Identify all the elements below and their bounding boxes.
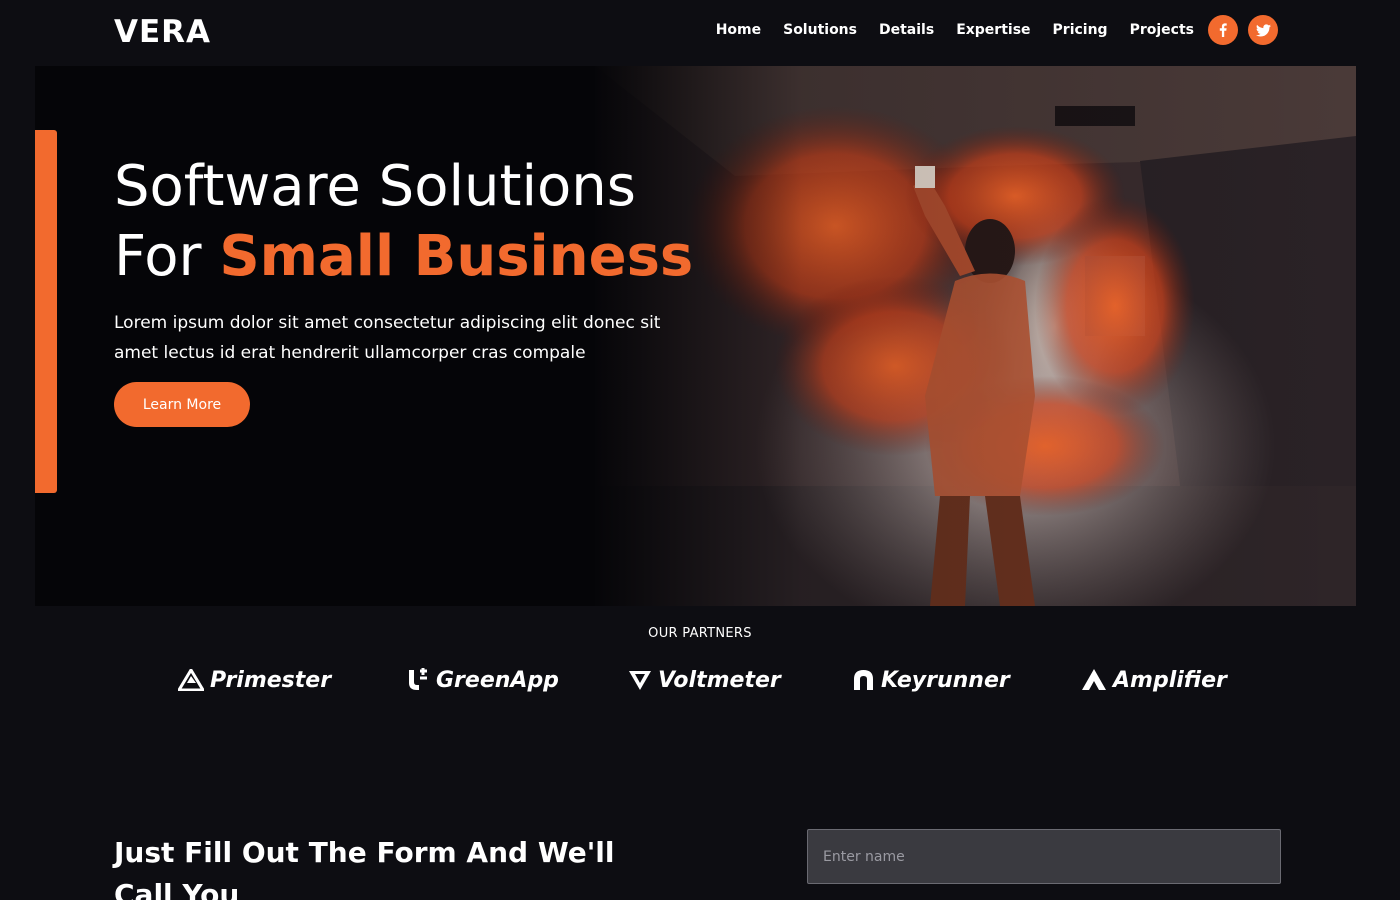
top-nav: VERA Home Solutions Details Expertise Pr…	[0, 0, 1400, 66]
hero-accent-bar	[35, 130, 57, 493]
facebook-button[interactable]	[1208, 15, 1238, 45]
keyrunner-logo-icon	[854, 670, 873, 690]
partner-primester[interactable]: Primester	[178, 662, 331, 698]
nav-link-projects[interactable]: Projects	[1130, 22, 1194, 38]
hero-title-line1: Software Solutions	[114, 154, 636, 219]
partner-name: Primester	[210, 667, 332, 693]
partner-name: Keyrunner	[881, 667, 1010, 693]
partners-heading: OUR PARTNERS	[648, 626, 752, 641]
nav-links: Home Solutions Details Expertise Pricing…	[716, 22, 1194, 38]
name-input[interactable]	[807, 829, 1281, 884]
partner-name: GreenApp	[436, 667, 559, 693]
facebook-icon	[1219, 23, 1227, 37]
hero-title-line2-prefix: For	[114, 224, 202, 289]
primester-logo-icon	[178, 669, 204, 691]
voltmeter-logo-icon	[629, 671, 651, 690]
nav-link-expertise[interactable]: Expertise	[956, 22, 1030, 38]
partner-keyrunner[interactable]: Keyrunner	[852, 662, 1010, 698]
nav-link-home[interactable]: Home	[716, 22, 761, 38]
learn-more-button[interactable]: Learn More	[114, 382, 250, 427]
partner-voltmeter[interactable]: Voltmeter	[628, 662, 781, 698]
contact-title: Just Fill Out The Form And We'll Call Yo…	[114, 836, 615, 900]
nav-link-pricing[interactable]: Pricing	[1053, 22, 1108, 38]
amplifier-logo-icon	[1082, 669, 1106, 690]
landing-page: VERA Home Solutions Details Expertise Pr…	[0, 0, 1400, 900]
logo[interactable]: VERA	[114, 14, 211, 50]
hero-title-accent: Small Business	[219, 224, 694, 289]
hero-title: Software Solutions For Small Business	[114, 152, 693, 292]
partner-greenapp[interactable]: GreenApp	[406, 662, 559, 698]
partner-amplifier[interactable]: Amplifier	[1081, 662, 1227, 698]
twitter-icon	[1255, 23, 1271, 36]
greenapp-logo-icon	[409, 668, 427, 690]
nav-link-solutions[interactable]: Solutions	[783, 22, 857, 38]
hero-description: Lorem ipsum dolor sit amet consectetur a…	[114, 313, 661, 363]
partner-name: Amplifier	[1113, 667, 1227, 693]
partner-name: Voltmeter	[658, 667, 781, 693]
twitter-button[interactable]	[1248, 15, 1278, 45]
nav-link-details[interactable]: Details	[879, 22, 934, 38]
